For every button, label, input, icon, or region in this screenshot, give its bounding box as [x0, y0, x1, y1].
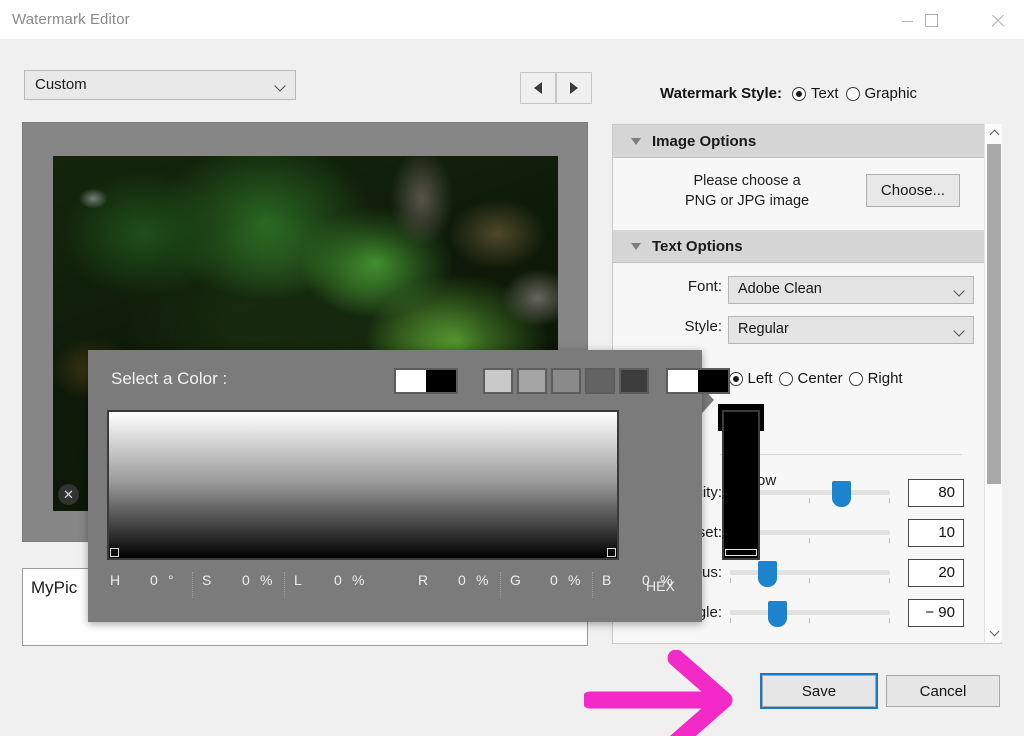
radio-center-icon [778, 371, 793, 386]
angle-value[interactable]: − 90 [908, 599, 964, 627]
radio-watermark-graphic[interactable]: Graphic [845, 85, 918, 102]
color-preview-pair [666, 368, 730, 394]
field-b-label: B [602, 572, 612, 588]
field-s-value[interactable]: 0 [242, 572, 250, 588]
font-dropdown[interactable]: Adobe Clean [728, 276, 974, 304]
radio-align-left[interactable]: Left [728, 370, 773, 387]
style-dropdown[interactable]: Regular [728, 316, 974, 344]
swatch-white-black[interactable] [394, 368, 458, 394]
field-s-unit: % [260, 572, 273, 588]
radio-right-label: Right [867, 370, 903, 387]
hue-cursor[interactable] [725, 549, 757, 556]
field-r-value[interactable]: 0 [458, 572, 466, 588]
radio-align-right[interactable]: Right [848, 370, 903, 387]
style-label: Style: [684, 318, 722, 335]
chevron-up-icon [989, 129, 999, 140]
swatch-gray-3[interactable] [551, 368, 581, 394]
chevron-down-icon [953, 285, 965, 297]
radio-right-icon [848, 371, 863, 386]
chevron-down-icon [953, 325, 965, 337]
alignment-group: n: Left Center Right [708, 370, 903, 387]
scroll-up-button[interactable] [985, 124, 1002, 142]
radio-left-icon [728, 371, 743, 386]
radius-ticks [730, 578, 890, 584]
preset-value: Custom [35, 76, 87, 93]
field-r-label: R [418, 572, 429, 588]
angle-ticks [730, 618, 890, 624]
gradient-cursor[interactable] [110, 548, 119, 557]
scroll-down-button[interactable] [985, 624, 1002, 642]
previous-button[interactable] [520, 72, 556, 104]
radio-text-icon [792, 86, 806, 101]
font-value: Adobe Clean [738, 281, 822, 297]
annotation-arrow [584, 650, 733, 736]
field-l-label: L [294, 572, 302, 588]
swatch-gray-4[interactable] [585, 368, 615, 394]
field-g-label: G [510, 572, 521, 588]
cancel-button[interactable]: Cancel [886, 675, 1000, 707]
field-h-unit: ° [168, 572, 174, 588]
radio-graphic-icon [845, 86, 860, 101]
swatch-gray-1[interactable] [483, 368, 513, 394]
radio-graphic-label: Graphic [864, 85, 918, 102]
field-l-value[interactable]: 0 [334, 572, 342, 588]
scrollbar-thumb[interactable] [987, 144, 1001, 484]
field-g-unit: % [568, 572, 581, 588]
font-label: Font: [687, 278, 722, 295]
angle-slider-thumb[interactable] [768, 601, 787, 627]
field-h-value[interactable]: 0 [150, 572, 158, 588]
chevron-down-icon [989, 626, 999, 637]
close-circle-icon[interactable]: ✕ [58, 484, 79, 505]
watermark-editor-window: Watermark Editor Custom Watermark Style:… [0, 0, 1024, 736]
maximize-button[interactable] [908, 0, 954, 40]
field-h-label: H [110, 572, 121, 588]
watermark-style-group: Watermark Style: Text Graphic [660, 85, 917, 102]
watermark-style-label: Watermark Style: [660, 85, 782, 102]
swatch-gray-5[interactable] [619, 368, 649, 394]
color-value-row: H 0 ° S 0 % L 0 % R 0 % G 0 % B 0 % [88, 572, 702, 602]
field-l-unit: % [352, 572, 365, 588]
save-button[interactable]: Save [760, 673, 878, 709]
radio-left-label: Left [747, 370, 773, 387]
gradient-cursor-right [607, 548, 616, 557]
hue-slider[interactable] [722, 410, 760, 560]
radio-text-label: Text [811, 85, 839, 102]
opacity-value[interactable]: 80 [908, 479, 964, 507]
text-preview-value: MyPic [31, 578, 78, 597]
field-s-label: S [202, 572, 212, 588]
next-button[interactable] [556, 72, 592, 104]
window-title: Watermark Editor [12, 11, 130, 28]
style-value: Regular [738, 321, 789, 337]
opacity-slider-thumb[interactable] [832, 481, 851, 507]
field-r-unit: % [476, 572, 489, 588]
preset-dropdown[interactable]: Custom [24, 70, 296, 100]
hex-label: HEX [646, 578, 675, 594]
radio-watermark-text[interactable]: Text [792, 85, 839, 102]
color-picker-dialog: Select a Color : H 0 ° S 0 % L 0 % R 0 %… [88, 350, 760, 622]
field-g-value[interactable]: 0 [550, 572, 558, 588]
swatch-black[interactable] [426, 370, 456, 392]
chevron-down-icon [274, 80, 286, 92]
radius-slider[interactable] [730, 570, 890, 575]
radius-slider-thumb[interactable] [758, 561, 777, 587]
radio-align-center[interactable]: Center [778, 370, 843, 387]
close-icon [990, 13, 1005, 28]
saturation-lightness-field[interactable] [107, 410, 619, 560]
angle-slider[interactable] [730, 610, 890, 615]
radio-center-label: Center [797, 370, 843, 387]
radius-value[interactable]: 20 [908, 559, 964, 587]
triangle-left-icon [534, 82, 542, 94]
swatch-gray-2[interactable] [517, 368, 547, 394]
color-picker-title: Select a Color : [111, 369, 228, 388]
close-button[interactable] [974, 0, 1020, 40]
swatch-white[interactable] [396, 370, 426, 392]
options-scrollbar[interactable] [984, 124, 1002, 642]
title-bar: Watermark Editor [0, 0, 1024, 40]
triangle-right-icon [570, 82, 578, 94]
maximize-icon [924, 13, 938, 27]
offset-value[interactable]: 10 [908, 519, 964, 547]
